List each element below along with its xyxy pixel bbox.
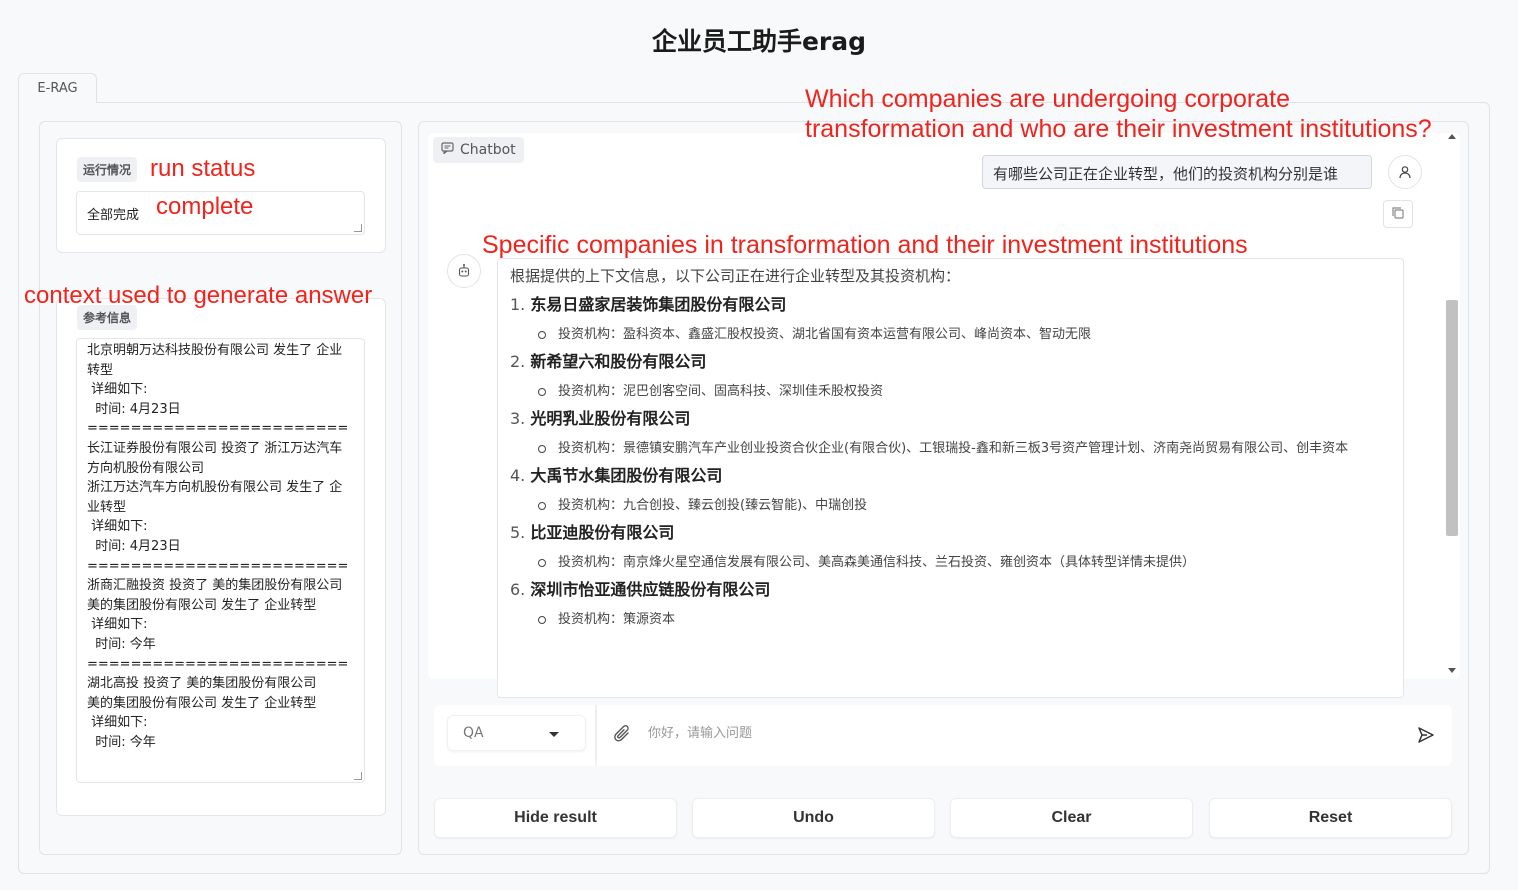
- copy-icon: [1391, 205, 1405, 224]
- investors-text: 投资机构：泥巴创客空间、固高科技、深圳佳禾股权投资: [538, 382, 1391, 401]
- mode-value: QA: [463, 725, 484, 741]
- chat-bubble-icon: [441, 142, 454, 158]
- bot-message: 根据提供的上下文信息，以下公司正在进行企业转型及其投资机构： 1. 东易日盛家居…: [497, 258, 1404, 698]
- hide-result-button[interactable]: Hide result: [434, 798, 677, 838]
- user-message: 有哪些公司正在企业转型，他们的投资机构分别是谁: [982, 155, 1372, 189]
- list-item: 5. 比亚迪股份有限公司: [510, 521, 1391, 545]
- list-item: 4. 大禹节水集团股份有限公司: [510, 464, 1391, 488]
- annotation-run-status: run status: [150, 155, 256, 182]
- annotation-question-line2: transformation and who are their investm…: [805, 115, 1432, 143]
- user-icon: [1388, 155, 1422, 189]
- message-input[interactable]: [640, 718, 1400, 748]
- robot-icon: [447, 254, 481, 288]
- scrollbar-thumb[interactable]: [1446, 300, 1458, 536]
- mode-dropdown[interactable]: QA: [447, 715, 586, 751]
- copy-button[interactable]: [1383, 200, 1413, 228]
- list-number: 1.: [510, 295, 526, 314]
- resize-handle-icon[interactable]: [354, 772, 362, 780]
- investors-text: 投资机构：策源资本: [538, 610, 1391, 629]
- context-textarea[interactable]: 北京明朝万达科技股份有限公司 发生了 企业转型 详细如下: 时间: 4月23日 …: [76, 338, 365, 783]
- resize-handle-icon[interactable]: [354, 224, 362, 232]
- company-name: 新希望六和股份有限公司: [530, 352, 707, 371]
- list-number: 3.: [510, 409, 526, 428]
- chevron-down-icon: [549, 732, 559, 737]
- reset-button[interactable]: Reset: [1209, 798, 1452, 838]
- tab-e-rag[interactable]: E-RAG: [18, 73, 97, 103]
- undo-button[interactable]: Undo: [692, 798, 935, 838]
- list-number: 4.: [510, 466, 526, 485]
- run-status-value: 全部完成: [87, 208, 140, 223]
- bot-intro: 根据提供的上下文信息，以下公司正在进行企业转型及其投资机构：: [510, 267, 961, 285]
- list-item: 3. 光明乳业股份有限公司: [510, 407, 1391, 431]
- list-number: 6.: [510, 580, 526, 599]
- list-number: 2.: [510, 352, 526, 371]
- list-item: 2. 新希望六和股份有限公司: [510, 350, 1391, 374]
- list-item: 1. 东易日盛家居装饰集团股份有限公司: [510, 293, 1391, 317]
- send-icon[interactable]: [1416, 725, 1436, 749]
- company-name: 东易日盛家居装饰集团股份有限公司: [530, 295, 787, 314]
- list-number: 5.: [510, 523, 526, 542]
- company-name: 大禹节水集团股份有限公司: [530, 466, 723, 485]
- scroll-down-icon[interactable]: [1448, 668, 1456, 673]
- company-name: 光明乳业股份有限公司: [530, 409, 691, 428]
- list-item: 6. 深圳市怡亚通供应链股份有限公司: [510, 578, 1391, 602]
- app-title: 企业员工助手erag: [651, 27, 867, 56]
- company-name: 深圳市怡亚通供应链股份有限公司: [530, 580, 771, 599]
- investors-text: 投资机构：盈科资本、鑫盛汇股权投资、湖北省国有资本运营有限公司、峰尚资本、智动无…: [538, 325, 1391, 344]
- annotation-question-line1: Which companies are undergoing corporate: [805, 85, 1290, 113]
- annotation-context-used: context used to generate answer: [24, 282, 373, 309]
- divider: [595, 705, 597, 766]
- investors-text: 投资机构：九合创投、臻云创投(臻云智能)、中瑞创投: [538, 496, 1391, 515]
- chatbot-label-text: Chatbot: [460, 142, 516, 158]
- annotation-complete: complete: [156, 193, 254, 220]
- scroll-up-icon[interactable]: [1448, 134, 1456, 139]
- clear-button[interactable]: Clear: [950, 798, 1193, 838]
- paperclip-icon[interactable]: [613, 723, 633, 749]
- investors-text: 投资机构：景德镇安鹏汽车产业创业投资合伙企业(有限合伙)、工银瑞投-鑫和新三板3…: [538, 439, 1391, 458]
- investors-text: 投资机构：南京烽火星空通信发展有限公司、美高森美通信科技、兰石投资、雍创资本（具…: [538, 553, 1391, 572]
- context-text: 北京明朝万达科技股份有限公司 发生了 企业转型 详细如下: 时间: 4月23日 …: [87, 343, 349, 750]
- annotation-answer: Specific companies in transformation and…: [482, 231, 1248, 259]
- chatbot-label: Chatbot: [433, 137, 524, 163]
- run-status-badge: 运行情况: [77, 157, 138, 182]
- company-name: 比亚迪股份有限公司: [530, 523, 675, 542]
